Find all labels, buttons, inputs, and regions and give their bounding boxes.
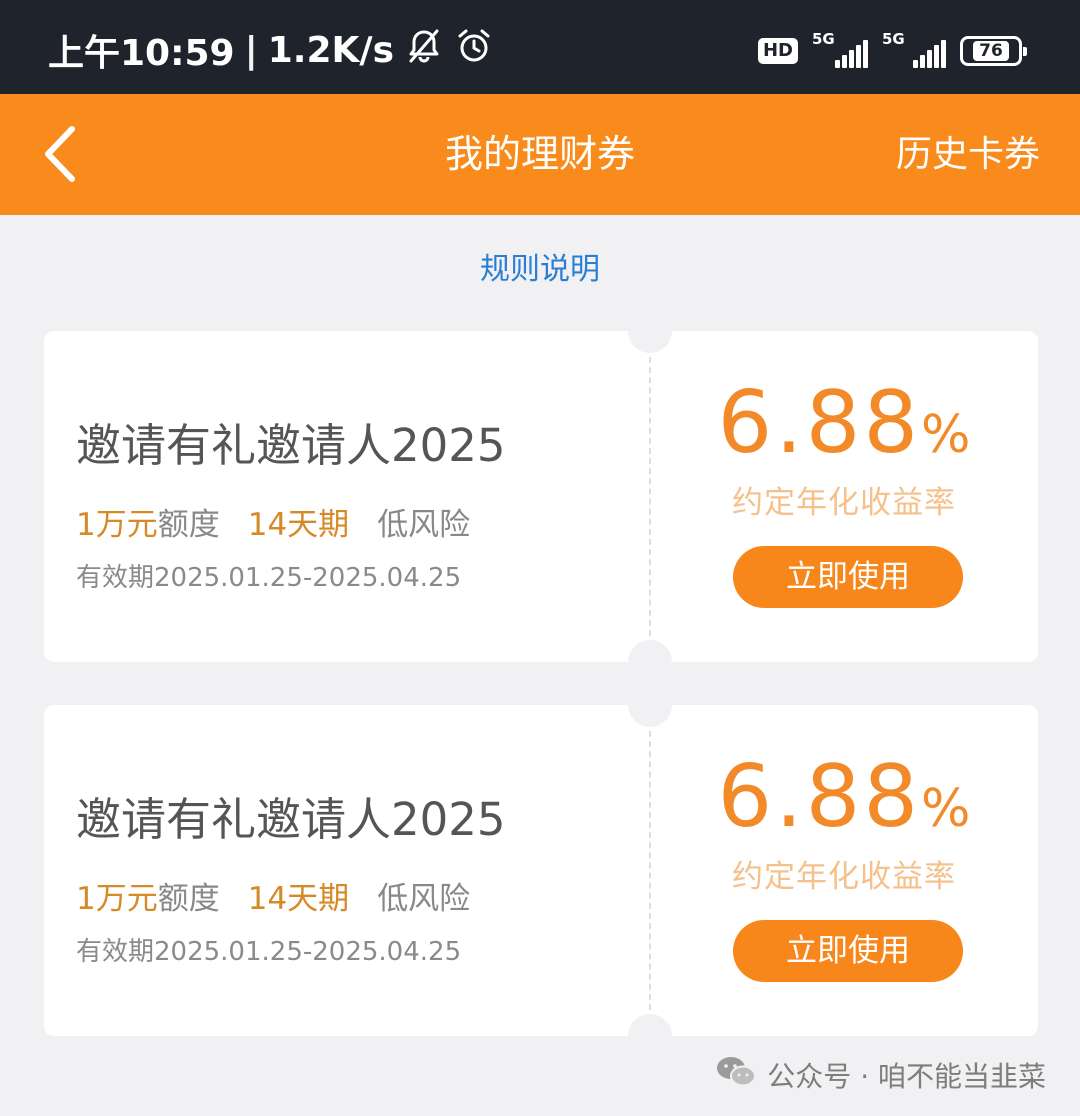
app-header: 我的理财券 历史卡券 [0,94,1080,215]
battery-icon: 76 [960,36,1027,66]
coupon-divider [649,731,651,1010]
sim1-network-label: 5G [812,30,835,48]
hd-voice-badge: HD [757,38,798,64]
coupon-rate-panel: 6.88% 约定年化收益率 立即使用 [650,331,1038,662]
chevron-left-icon [45,126,75,182]
coupon-info: 邀请有礼邀请人2025 1万元额度 14天期 低风险 有效期2025.01.25… [44,331,650,662]
term-tag: 14天期 [247,881,350,917]
coupon-tags: 1万元额度 14天期 低风险 [76,499,470,544]
risk-tag: 低风险 [377,507,471,543]
rate-label: 约定年化收益率 [732,859,956,895]
coupon-name: 邀请有礼邀请人2025 [76,793,506,846]
rate-value: 6.88 [717,747,922,847]
coupon-rate-panel: 6.88% 约定年化收益率 立即使用 [650,705,1038,1036]
quota-tag: 1万元额度 [76,873,220,918]
coupon-notch-top [628,683,672,727]
coupon-validity: 有效期2025.01.25-2025.04.25 [76,563,462,593]
coupon-notch-top [628,309,672,353]
watermark: 公众号 · 咱不能当韭菜 [715,1053,1046,1097]
history-coupons-button[interactable]: 历史卡券 [896,94,1040,215]
quota-suffix: 额度 [157,507,220,543]
coupon-info: 邀请有礼邀请人2025 1万元额度 14天期 低风险 有效期2025.01.25… [44,705,650,1036]
quota-amount: 1万元 [76,507,158,543]
rate-label: 约定年化收益率 [732,485,956,521]
use-now-button[interactable]: 立即使用 [733,920,963,982]
status-right: HD 5G 5G 76 [757,28,1027,74]
term-tag: 14天期 [247,507,350,543]
network-speed: 1.2K/s [267,29,394,71]
quota-tag: 1万元额度 [76,499,220,544]
wechat-icon [715,1054,757,1097]
coupon-name: 邀请有礼邀请人2025 [76,419,506,472]
bell-muted-icon [404,26,444,75]
coupon-divider [649,357,651,636]
battery-level: 76 [973,41,1009,61]
coupon-tags: 1万元额度 14天期 低风险 [76,873,470,918]
coupon-validity: 有效期2025.01.25-2025.04.25 [76,937,462,967]
rate-unit: % [921,779,971,839]
quota-suffix: 额度 [157,881,220,917]
alarm-clock-icon [454,26,494,75]
rate-unit: % [921,405,971,465]
status-time: 上午10:59 [48,33,235,74]
status-bar: 上午10:59 | 1.2K/s HD 5G 5G 76 [0,0,1080,94]
back-button[interactable] [30,122,90,186]
rate-value: 6.88 [717,373,922,473]
rules-link-row: 规则说明 [0,244,1080,288]
coupon-notch-bottom [628,640,672,684]
use-now-button[interactable]: 立即使用 [733,546,963,608]
quota-amount: 1万元 [76,881,158,917]
risk-tag: 低风险 [377,881,471,917]
coupon-card: 邀请有礼邀请人2025 1万元额度 14天期 低风险 有效期2025.01.25… [44,683,1038,1058]
sim2-network-label: 5G [882,30,905,48]
watermark-text: 公众号 · 咱不能当韭菜 [767,1060,1046,1093]
status-left: 上午10:59 | 1.2K/s [48,24,494,76]
coupon-card: 邀请有礼邀请人2025 1万元额度 14天期 低风险 有效期2025.01.25… [44,309,1038,684]
status-separator: | [244,29,258,71]
rate: 6.88% [650,373,1038,473]
sim1-signal-icon: 5G [812,30,868,68]
rules-link[interactable]: 规则说明 [480,252,600,287]
sim2-signal-icon: 5G [882,30,946,68]
coupon-notch-bottom [628,1014,672,1058]
rate: 6.88% [650,747,1038,847]
